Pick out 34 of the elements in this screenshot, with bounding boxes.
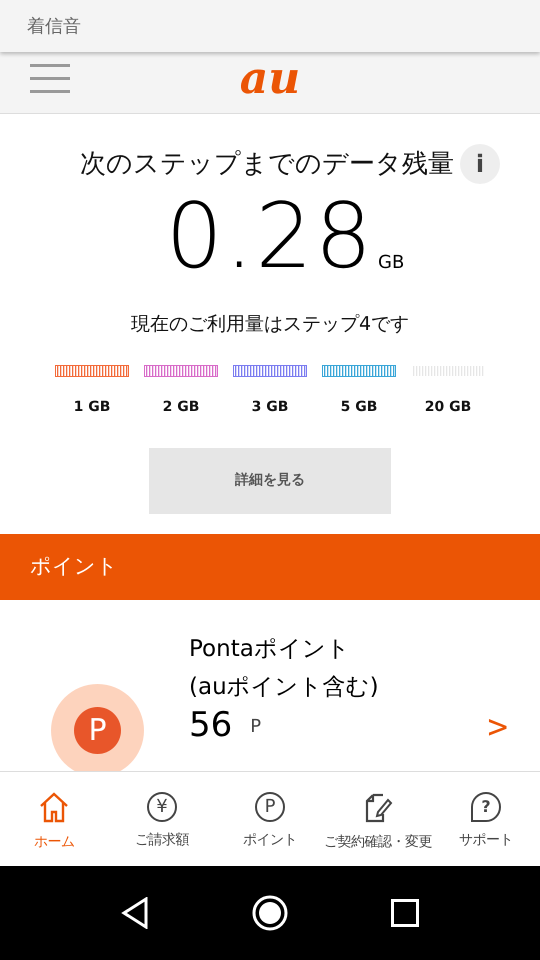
data-title: 次のステップまでのデータ残量 — [80, 148, 454, 180]
nav-tab[interactable]: ホーム — [0, 772, 108, 866]
details-button[interactable]: 詳細を見る — [149, 448, 391, 514]
nav-tab[interactable]: ご契約確認・変更 — [324, 772, 432, 866]
home-icon — [39, 792, 69, 824]
info-button[interactable]: i — [460, 144, 500, 184]
ponta-coin-icon: P — [51, 684, 144, 770]
nav-tab[interactable]: ? サポート — [432, 772, 540, 866]
back-icon[interactable] — [121, 896, 150, 929]
logo: au — [240, 56, 300, 100]
step-label: 5 GB — [340, 398, 378, 416]
document-pen-icon — [363, 792, 393, 824]
coin-icon: ¥ — [147, 792, 177, 822]
help-icon: ? — [471, 792, 501, 822]
point-note: (auポイント含む) — [189, 672, 379, 702]
step-status: 現在のご利用量はステップ4です — [130, 312, 410, 337]
notification-title: 着信音 — [27, 14, 81, 38]
step-label: 3 GB — [252, 398, 288, 416]
amount-unit: GB — [378, 251, 404, 275]
coin-icon: P — [255, 792, 285, 822]
step-label: 1 GB — [74, 398, 110, 416]
step-label: 20 GB — [424, 398, 472, 416]
point-name: Pontaポイント — [189, 634, 351, 664]
point-value: 56 — [189, 708, 232, 742]
recents-icon[interactable] — [390, 898, 419, 927]
menu-icon[interactable] — [30, 64, 70, 94]
chevron-link[interactable]: > — [488, 710, 508, 744]
step-label: 2 GB — [162, 398, 200, 416]
home-button-icon[interactable] — [252, 894, 288, 931]
nav-tab[interactable]: P ポイント — [216, 772, 324, 866]
nav-tab[interactable]: ¥ ご請求額 — [108, 772, 216, 866]
point-unit: P — [250, 714, 262, 738]
section-title: ポイント — [30, 552, 118, 580]
remaining-amount: 0.28 — [166, 192, 374, 282]
